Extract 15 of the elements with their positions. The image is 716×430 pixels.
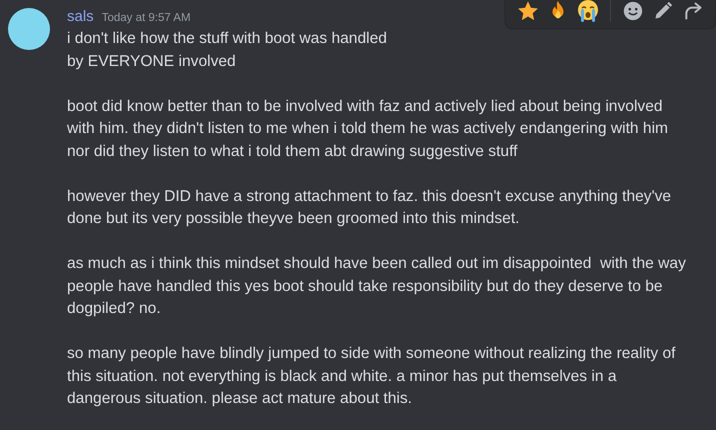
- message-line: dogpiled? no.: [67, 299, 162, 319]
- message-line: people have handled this yes boot should take responsibility but do they deserve to be: [67, 276, 664, 296]
- timestamp: Today at 9:57 AM: [102, 12, 191, 24]
- message-line: done but its very possible theyve been groomed into this mindset.: [67, 209, 520, 229]
- username[interactable]: sals: [67, 8, 94, 25]
- message-line: boot did know better than to be involved with faz and actively lied about being involved: [67, 96, 664, 116]
- message-line: as much as i think this mindset should have been called out im disappointed with the way: [67, 254, 686, 274]
- message-line: so many people have blindly jumped to side with someone without realizing the reality of: [67, 344, 676, 364]
- message-line: nor did they listen to what i told them abt drawing suggestive stuff: [67, 142, 518, 162]
- message-line: this situation. not everything is black and white. a minor has put themselves in a: [67, 366, 618, 386]
- message-line: by EVERYONE involved: [67, 52, 237, 72]
- message-line: with him. they didn't listen to me when i told them he was actively endangering with him: [67, 119, 670, 139]
- message-line: however they DID have a strong attachment to faz. this doesn't excuse anything they've: [67, 186, 672, 206]
- message-line: i don't like how the stuff with boot was handled: [67, 29, 388, 49]
- message-line: dangerous situation. please act mature about this.: [67, 389, 414, 409]
